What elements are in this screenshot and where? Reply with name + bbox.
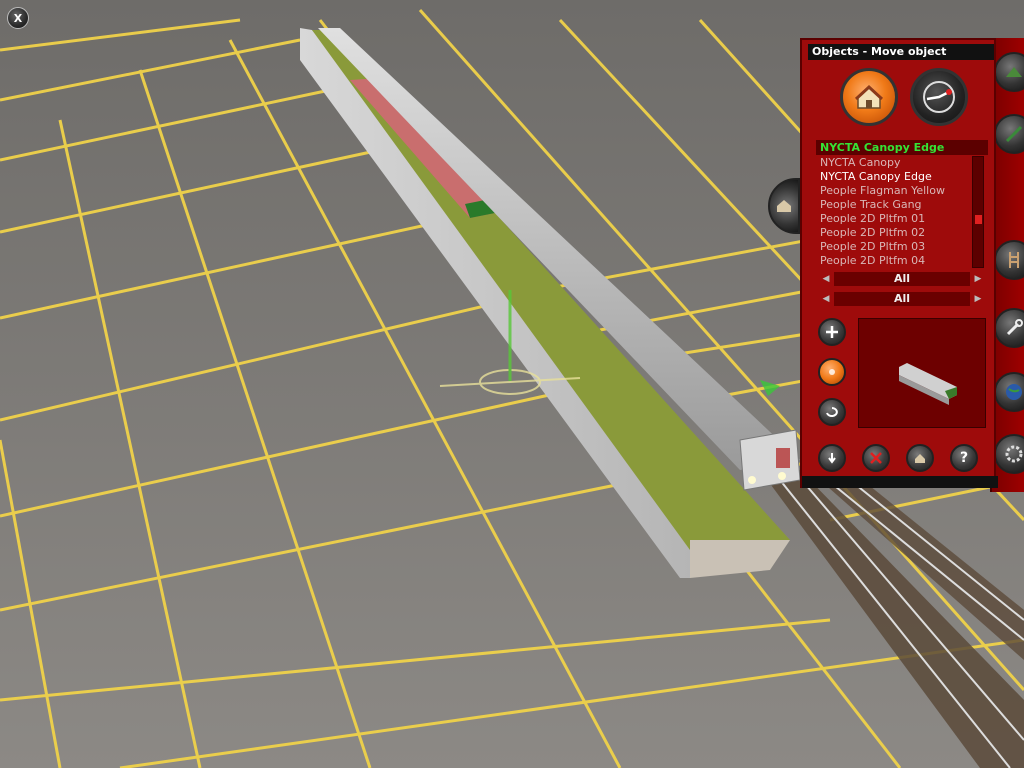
side-tab-ladder[interactable] [994,240,1024,280]
side-tab-tools[interactable] [994,308,1024,348]
close-label: X [13,11,23,25]
side-tab-track[interactable] [994,114,1024,154]
add-icon [826,326,838,338]
object-preview [858,318,986,428]
help-button[interactable]: ? [950,444,978,472]
pick-button[interactable] [818,444,846,472]
scenery-icon [1006,67,1022,77]
globe-icon [1006,384,1022,400]
object-settings-button[interactable] [906,444,934,472]
filter-2-value: All [834,292,970,306]
add-object-button[interactable] [818,318,846,346]
filter-2-prev-icon[interactable]: ◀ [820,292,832,306]
delete-icon [870,452,882,464]
move-mode-button[interactable] [910,68,968,126]
house-small-icon [777,200,791,212]
list-item[interactable]: People 2D Pltfm 01 [816,212,971,226]
help-icon: ? [959,450,969,466]
list-item[interactable]: People Flagman Yellow [816,184,971,198]
list-item[interactable]: NYCTA Canopy [816,156,971,170]
list-item[interactable]: People 2D Pltfm 02 [816,226,971,240]
filter-row-2: ◀ All ▶ [820,292,984,306]
close-button[interactable]: X [7,7,29,29]
side-tab-settings[interactable] [994,434,1024,474]
filter-1-next-icon[interactable]: ▶ [972,272,984,286]
filter-2-next-icon[interactable]: ▶ [972,292,984,306]
wrench-icon [1006,319,1023,336]
track-icon [1005,125,1023,143]
list-item[interactable]: People 2D Pltfm 03 [816,240,971,254]
rotate-icon [826,407,838,417]
gear-icon [1005,445,1023,463]
list-scrollbar[interactable] [972,156,984,268]
filter-row-1: ◀ All ▶ [820,272,984,286]
target-button[interactable] [818,358,846,386]
delete-button[interactable] [862,444,890,472]
list-item[interactable]: People Track Gang [816,198,971,212]
orange-target-icon [829,369,835,375]
filter-1-value: All [834,272,970,286]
panel-title: Objects - Move object [808,44,994,60]
objects-panel: Objects - Move object NYCTA Canopy Edge … [800,38,998,488]
filter-1-prev-icon[interactable]: ◀ [820,272,832,286]
list-item[interactable]: People 2D Pltfm 04 [816,254,971,268]
move-gauge-icon [923,81,955,113]
selected-object-name: NYCTA Canopy Edge [816,140,988,155]
scrollbar-thumb[interactable] [975,215,982,224]
ladder-icon [1009,252,1019,268]
rotate-object-button[interactable] [818,398,846,426]
object-settings-icon [915,454,925,463]
object-list[interactable]: NYCTA Canopy NYCTA Canopy Edge People Fl… [816,156,971,270]
list-item-selected[interactable]: NYCTA Canopy Edge [816,170,971,184]
objects-mode-button[interactable] [840,68,898,126]
pick-icon [828,453,836,464]
panel-footer [802,476,998,488]
side-tab-scenery[interactable] [994,52,1024,92]
side-tab-world[interactable] [994,372,1024,412]
canopy-edge-preview [899,363,957,405]
house-icon [854,84,884,109]
